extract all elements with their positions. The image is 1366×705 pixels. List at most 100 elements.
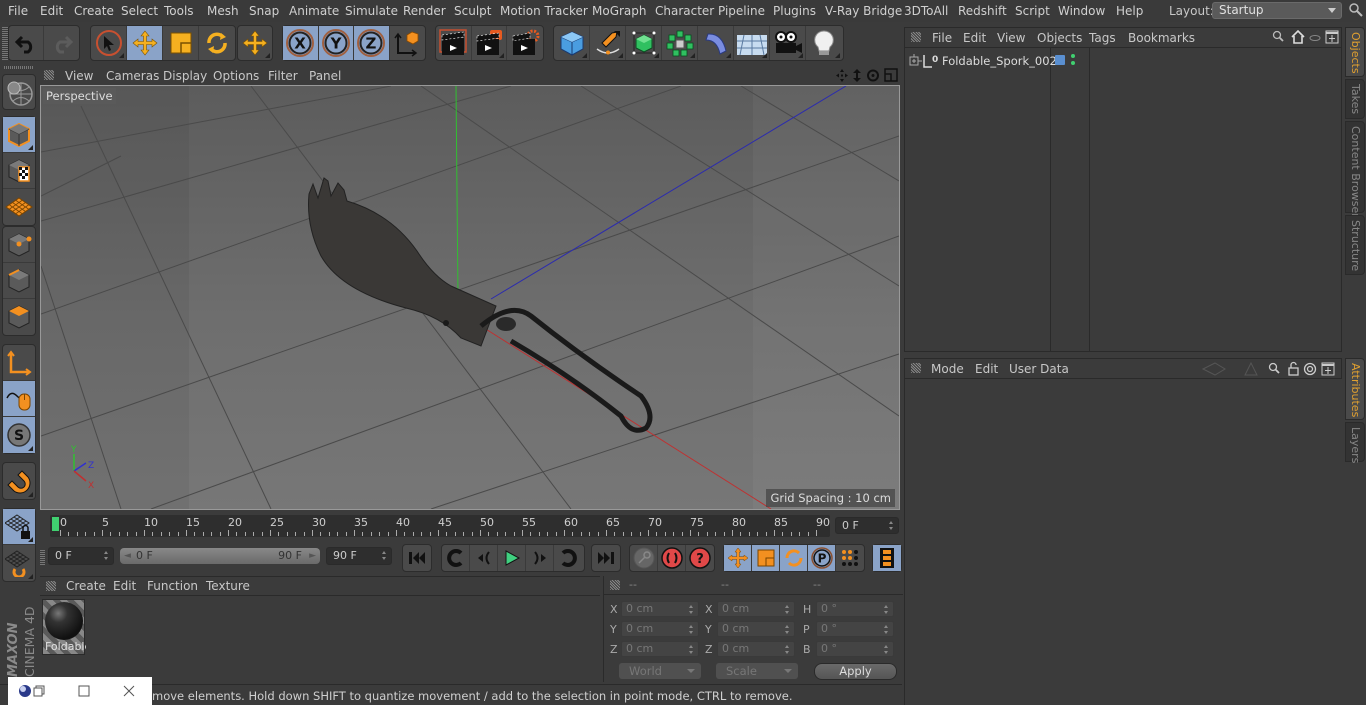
timeline-ruler[interactable]: 0 5 10 15 20 25 30 35 40 45 50 55 60 65 70 75 80 85 90 xyxy=(50,515,830,537)
menu-render[interactable]: Render xyxy=(403,4,446,18)
end-frame-field[interactable]: 90 F xyxy=(326,547,392,565)
om-menu-view[interactable]: View xyxy=(997,31,1025,45)
om-menu-bookmarks[interactable]: Bookmarks xyxy=(1128,31,1195,45)
menu-tools[interactable]: Tools xyxy=(164,4,194,18)
spinner-icon[interactable] xyxy=(382,551,387,560)
range-right-arrow-icon[interactable]: ► xyxy=(309,548,316,564)
palette-grip[interactable] xyxy=(4,66,34,69)
target-icon[interactable] xyxy=(1303,362,1317,376)
spinner-icon[interactable] xyxy=(884,625,889,634)
panel-grip[interactable] xyxy=(40,549,45,565)
preview-range-slider[interactable]: ◄ 0 F 90 F ► xyxy=(120,548,320,564)
spinner-icon[interactable] xyxy=(884,645,889,654)
maximize-view-icon[interactable] xyxy=(884,68,898,82)
tweak-mode-button[interactable] xyxy=(3,381,35,417)
start-frame-field[interactable]: 0 F xyxy=(48,547,114,565)
size-z-field[interactable]: 0 cm xyxy=(717,641,795,657)
tab-structure[interactable]: Structure xyxy=(1345,215,1365,275)
undo-button[interactable] xyxy=(9,26,45,60)
menu-mograph[interactable]: MoGraph xyxy=(592,4,647,18)
menu-motion-tracker[interactable]: Motion Tracker xyxy=(500,4,588,18)
solo-mode-button[interactable]: S xyxy=(3,417,35,453)
axis-mode-button[interactable] xyxy=(3,345,35,381)
tab-attributes[interactable]: Attributes xyxy=(1345,358,1365,420)
panel-grip[interactable] xyxy=(911,363,921,373)
point-level-animation-button[interactable] xyxy=(836,545,864,571)
timeline-window-button[interactable] xyxy=(873,545,901,571)
attr-menu-mode[interactable]: Mode xyxy=(931,362,964,376)
om-menu-file[interactable]: File xyxy=(932,31,952,45)
points-mode-button[interactable] xyxy=(3,227,35,263)
layout-dropdown[interactable]: Startup xyxy=(1212,2,1342,19)
menu-animate[interactable]: Animate xyxy=(289,4,339,18)
attr-menu-user-data[interactable]: User Data xyxy=(1009,362,1069,376)
pos-y-field[interactable]: 0 cm xyxy=(621,621,699,637)
viewport-menu-display[interactable]: Display xyxy=(163,69,207,83)
add-subdivision-button[interactable] xyxy=(626,26,662,60)
maximize-icon[interactable] xyxy=(78,685,90,697)
workplane-align-button[interactable] xyxy=(3,545,35,581)
viewport-menu-filter[interactable]: Filter xyxy=(268,69,298,83)
spinner-icon[interactable] xyxy=(785,625,790,634)
spork-model[interactable] xyxy=(308,177,653,433)
lock-icon[interactable] xyxy=(1288,361,1299,376)
make-editable-button[interactable] xyxy=(3,75,35,111)
render-picture-viewer-button[interactable] xyxy=(472,26,508,60)
add-light-button[interactable] xyxy=(806,26,842,60)
panel-grip[interactable] xyxy=(610,580,620,590)
menu-snap[interactable]: Snap xyxy=(249,4,279,18)
menu-mesh[interactable]: Mesh xyxy=(207,4,239,18)
workplane-mode-button[interactable] xyxy=(3,189,35,225)
rotate-view-icon[interactable] xyxy=(867,69,879,82)
pan-view-icon[interactable] xyxy=(836,69,848,82)
viewport-menu-cameras[interactable]: Cameras xyxy=(106,69,159,83)
workplane-lock-button[interactable] xyxy=(3,509,35,545)
camera-label[interactable]: Perspective xyxy=(43,88,116,104)
material-menu-texture[interactable]: Texture xyxy=(206,579,250,593)
add-cube-button[interactable] xyxy=(554,26,590,60)
next-keyframe-button[interactable] xyxy=(554,545,582,571)
autokeying-button[interactable] xyxy=(658,545,686,571)
menu-edit[interactable]: Edit xyxy=(40,4,63,18)
menu-select[interactable]: Select xyxy=(121,4,158,18)
tab-layers[interactable]: Layers xyxy=(1345,422,1365,463)
om-menu-objects[interactable]: Objects xyxy=(1037,31,1082,45)
menu-sculpt[interactable]: Sculpt xyxy=(454,4,491,18)
add-floor-button[interactable] xyxy=(734,26,770,60)
menu-create[interactable]: Create xyxy=(74,4,114,18)
rotation-key-button[interactable] xyxy=(780,545,808,571)
move-tool-button[interactable] xyxy=(127,26,163,60)
polygons-mode-button[interactable] xyxy=(3,299,35,335)
z-axis-lock-button[interactable]: Z xyxy=(354,26,390,60)
material-menu-create[interactable]: Create xyxy=(66,579,106,593)
attr-menu-edit[interactable]: Edit xyxy=(975,362,998,376)
record-active-objects-button[interactable] xyxy=(630,545,658,571)
menu-simulate[interactable]: Simulate xyxy=(345,4,398,18)
rot-b-field[interactable]: 0 ° xyxy=(816,641,894,657)
menu-script[interactable]: Script xyxy=(1015,4,1050,18)
om-menu-edit[interactable]: Edit xyxy=(963,31,986,45)
scale-key-button[interactable] xyxy=(752,545,780,571)
search-icon[interactable] xyxy=(1348,2,1364,18)
add-pen-button[interactable] xyxy=(590,26,626,60)
edges-mode-button[interactable] xyxy=(3,263,35,299)
keyframe-selection-button[interactable]: ? xyxy=(686,545,714,571)
new-panel-icon[interactable] xyxy=(1321,362,1335,376)
3d-viewport[interactable]: Y Z X Perspective Grid Spacing : 10 cm xyxy=(40,85,900,510)
editor-visibility-dot[interactable] xyxy=(1071,54,1075,58)
play-button[interactable] xyxy=(498,545,526,571)
texture-mode-button[interactable] xyxy=(3,153,35,189)
menu-character[interactable]: Character xyxy=(655,4,714,18)
spinner-icon[interactable] xyxy=(689,605,694,614)
size-y-field[interactable]: 0 cm xyxy=(717,621,795,637)
panel-grip[interactable] xyxy=(46,581,56,591)
model-mode-button[interactable] xyxy=(3,117,35,153)
tab-content-browser[interactable]: Content Browser xyxy=(1345,121,1365,218)
tab-takes[interactable]: Takes xyxy=(1345,79,1365,119)
position-key-button[interactable] xyxy=(724,545,752,571)
pos-z-field[interactable]: 0 cm xyxy=(621,641,699,657)
material-swatch[interactable]: Foldable xyxy=(42,599,86,655)
zoom-view-icon[interactable] xyxy=(853,69,861,82)
snapping-button[interactable] xyxy=(3,463,35,499)
home-icon[interactable] xyxy=(1291,30,1305,44)
